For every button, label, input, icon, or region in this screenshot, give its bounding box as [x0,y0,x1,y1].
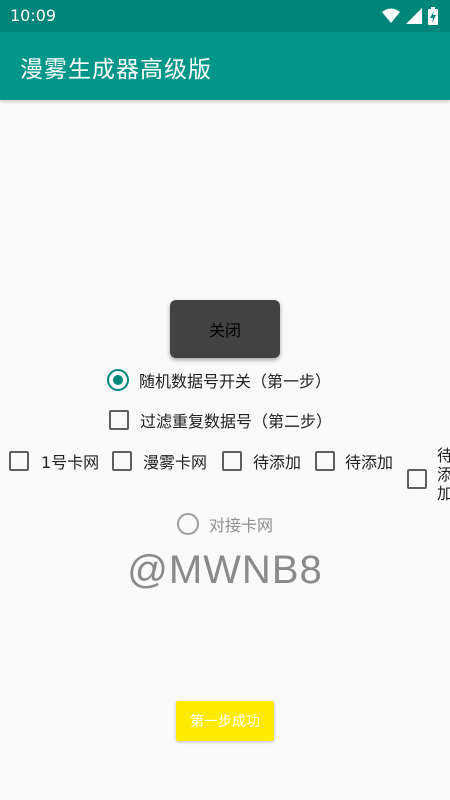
card-option-4[interactable]: 待添加 [315,449,393,473]
close-button[interactable]: 关闭 [170,300,280,358]
battery-charging-icon [428,7,438,25]
signal-icon [406,8,422,24]
checkbox-icon[interactable] [9,451,29,471]
card-option-label: 漫雾卡网 [143,453,208,472]
connect-card-radio[interactable]: 对接卡网 [177,512,273,536]
filter-duplicates-label: 过滤重复数据号（第二步） [140,412,333,431]
checkbox-icon[interactable] [315,451,335,471]
status-icons [382,7,438,25]
watermark-text: @MWNB8 [127,548,323,592]
app-title: 漫雾生成器高级版 [20,57,212,83]
checkbox-icon[interactable] [222,451,242,471]
checkbox-icon[interactable] [109,410,129,430]
wifi-icon [382,8,400,23]
card-option-5[interactable] [407,469,427,489]
card-option-label: 待添加 [345,453,394,472]
random-switch-radio[interactable]: 随机数据号开关（第一步） [107,368,331,392]
app-bar: 漫雾生成器高级版 [0,32,450,100]
checkbox-icon[interactable] [112,451,132,471]
radio-checked-icon[interactable] [107,369,129,391]
checkbox-icon[interactable] [407,469,427,489]
status-time: 10:09 [10,6,57,25]
card-option-5-label: 待添加 [437,446,450,502]
filter-duplicates-checkbox[interactable]: 过滤重复数据号（第二步） [109,408,332,432]
card-option-3[interactable]: 待添加 [222,449,301,473]
card-option-label: 待添加 [253,453,302,472]
card-option-2[interactable]: 漫雾卡网 [112,449,207,473]
random-switch-label: 随机数据号开关（第一步） [139,372,332,391]
radio-unchecked-icon[interactable] [177,513,199,535]
card-option-label: 1号卡网 [41,453,100,472]
status-bar: 10:09 [0,0,450,32]
connect-card-label: 对接卡网 [209,516,274,535]
step-success-button[interactable]: 第一步成功 [176,701,274,741]
card-option-1[interactable]: 1号卡网 [9,449,99,473]
